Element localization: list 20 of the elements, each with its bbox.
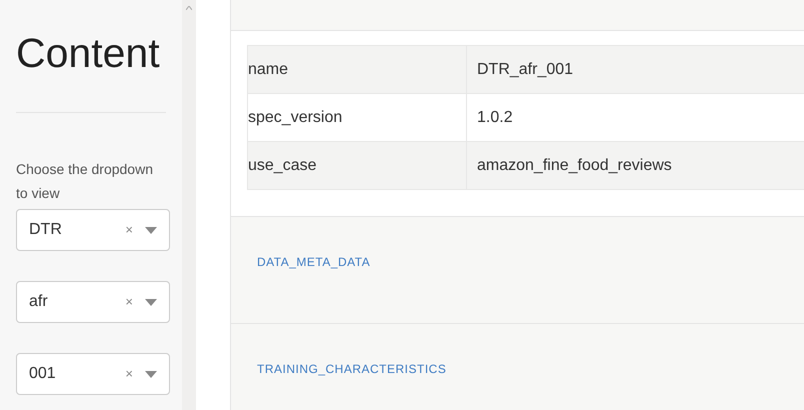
section-link[interactable]: DATA_META_DATA — [257, 255, 370, 269]
clear-button[interactable]: × — [125, 292, 133, 312]
caret-icon[interactable] — [145, 370, 157, 378]
select-value: DTR — [29, 220, 63, 240]
caret-icon[interactable] — [145, 226, 157, 234]
select-value: 001 — [29, 364, 57, 384]
scrollbar[interactable] — [182, 0, 196, 410]
select-value: afr — [29, 292, 49, 312]
scroll-up-icon[interactable] — [186, 6, 192, 10]
dropdown-prompt: Choose the dropdown to view — [16, 160, 154, 203]
select-dropdown[interactable]: DTR × — [16, 209, 170, 251]
select-dropdown[interactable]: 001 × — [16, 353, 170, 395]
sidebar-title: Content — [16, 29, 161, 78]
table-cell: use_case — [248, 142, 466, 190]
clear-button[interactable]: × — [125, 364, 133, 384]
section-link[interactable]: TRAINING_CHARACTERISTICS — [257, 362, 446, 376]
caret-icon[interactable] — [145, 298, 157, 306]
select-dropdown[interactable]: afr × — [16, 281, 170, 323]
clear-button[interactable]: × — [125, 220, 133, 240]
table-cell: name — [248, 46, 466, 94]
